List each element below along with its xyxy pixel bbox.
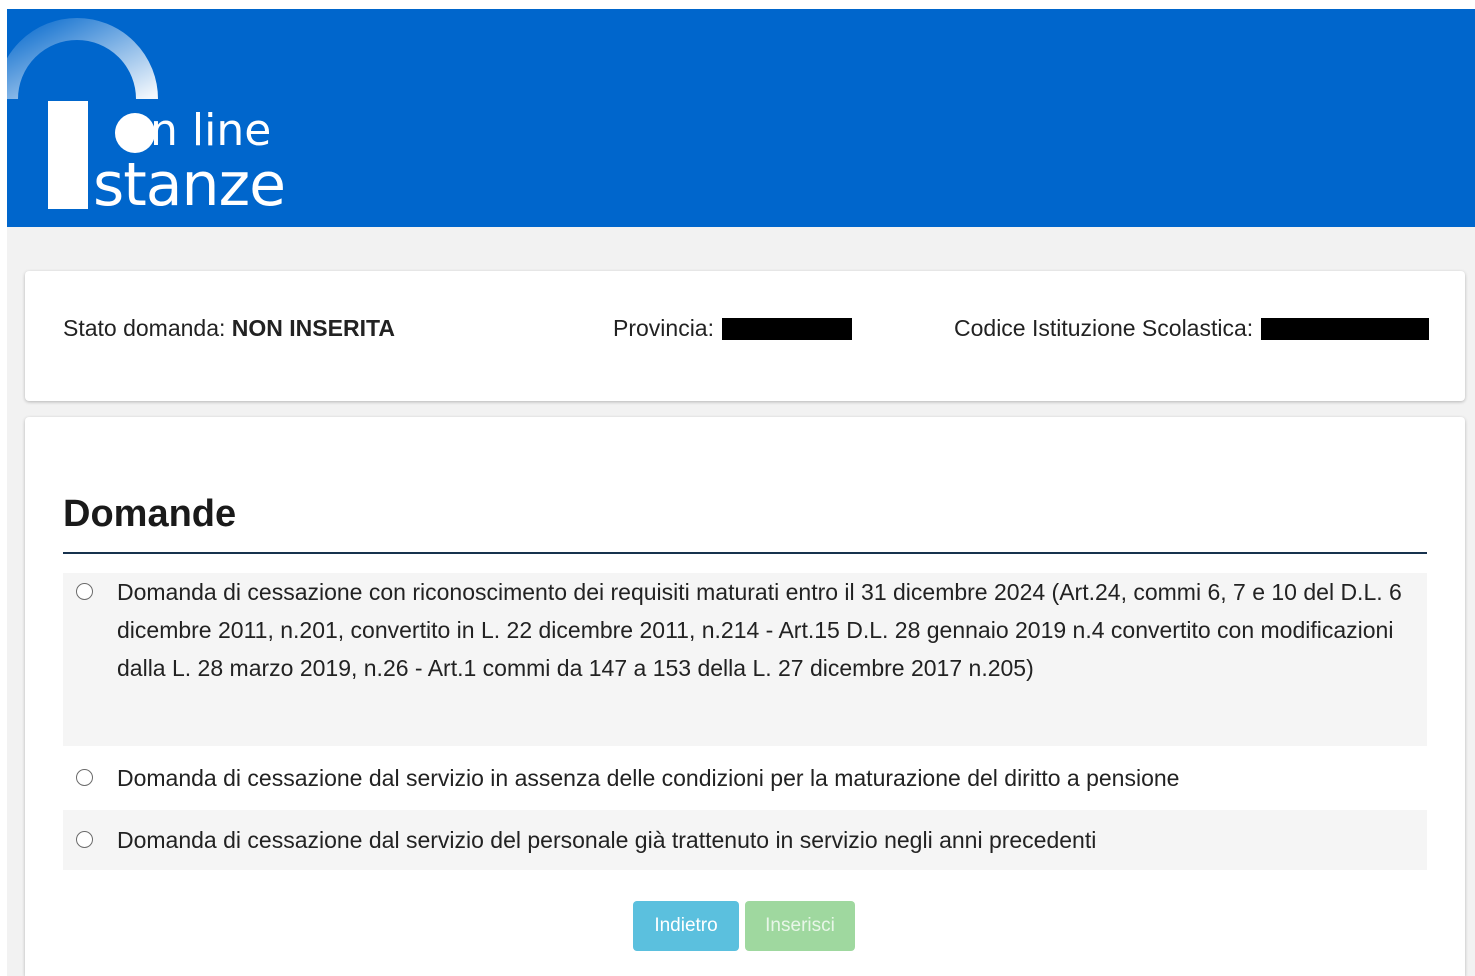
province-redacted-value [721, 317, 852, 340]
status-school-code: Codice Istituzione Scolastica: [954, 315, 1430, 342]
radio-cessazione-assenza[interactable] [76, 769, 93, 786]
back-button[interactable]: Indietro [633, 901, 739, 951]
logo-text-online: n line [150, 105, 272, 156]
option-cessazione-assenza[interactable]: Domanda di cessazione dal servizio in as… [63, 759, 1427, 797]
option-label: Domanda di cessazione con riconoscimento… [117, 579, 1402, 681]
option-label: Domanda di cessazione dal servizio in as… [117, 765, 1180, 791]
logo-text-istanze: stanze [93, 150, 286, 220]
option-label: Domanda di cessazione dal servizio del p… [117, 827, 1097, 853]
title-divider [63, 552, 1427, 554]
status-state: Stato domanda: NON INSERITA [63, 315, 395, 342]
option-cessazione-trattenuto[interactable]: Domanda di cessazione dal servizio del p… [63, 810, 1427, 870]
option-cessazione-requisiti[interactable]: Domanda di cessazione con riconoscimento… [63, 573, 1427, 746]
status-state-value: NON INSERITA [231, 315, 395, 341]
section-title: Domande [63, 493, 237, 535]
application-status-card: Stato domanda: NON INSERITA Provincia: C… [25, 271, 1465, 401]
status-school-code-label: Codice Istituzione Scolastica: [954, 315, 1254, 341]
domande-card: Domande Domanda di cessazione con ricono… [25, 417, 1465, 976]
radio-cessazione-requisiti[interactable] [76, 583, 93, 600]
page: n line stanze Stato domanda: NON INSERIT… [7, 9, 1475, 976]
site-header: n line stanze [7, 9, 1475, 227]
insert-button[interactable]: Inserisci [745, 901, 855, 951]
status-province-label: Provincia: [613, 315, 714, 341]
school-code-redacted-value [1261, 317, 1430, 340]
status-state-label: Stato domanda: [63, 315, 226, 341]
status-province: Provincia: [613, 315, 852, 342]
istanze-online-logo[interactable]: n line stanze [7, 9, 327, 227]
radio-cessazione-trattenuto[interactable] [76, 831, 93, 848]
